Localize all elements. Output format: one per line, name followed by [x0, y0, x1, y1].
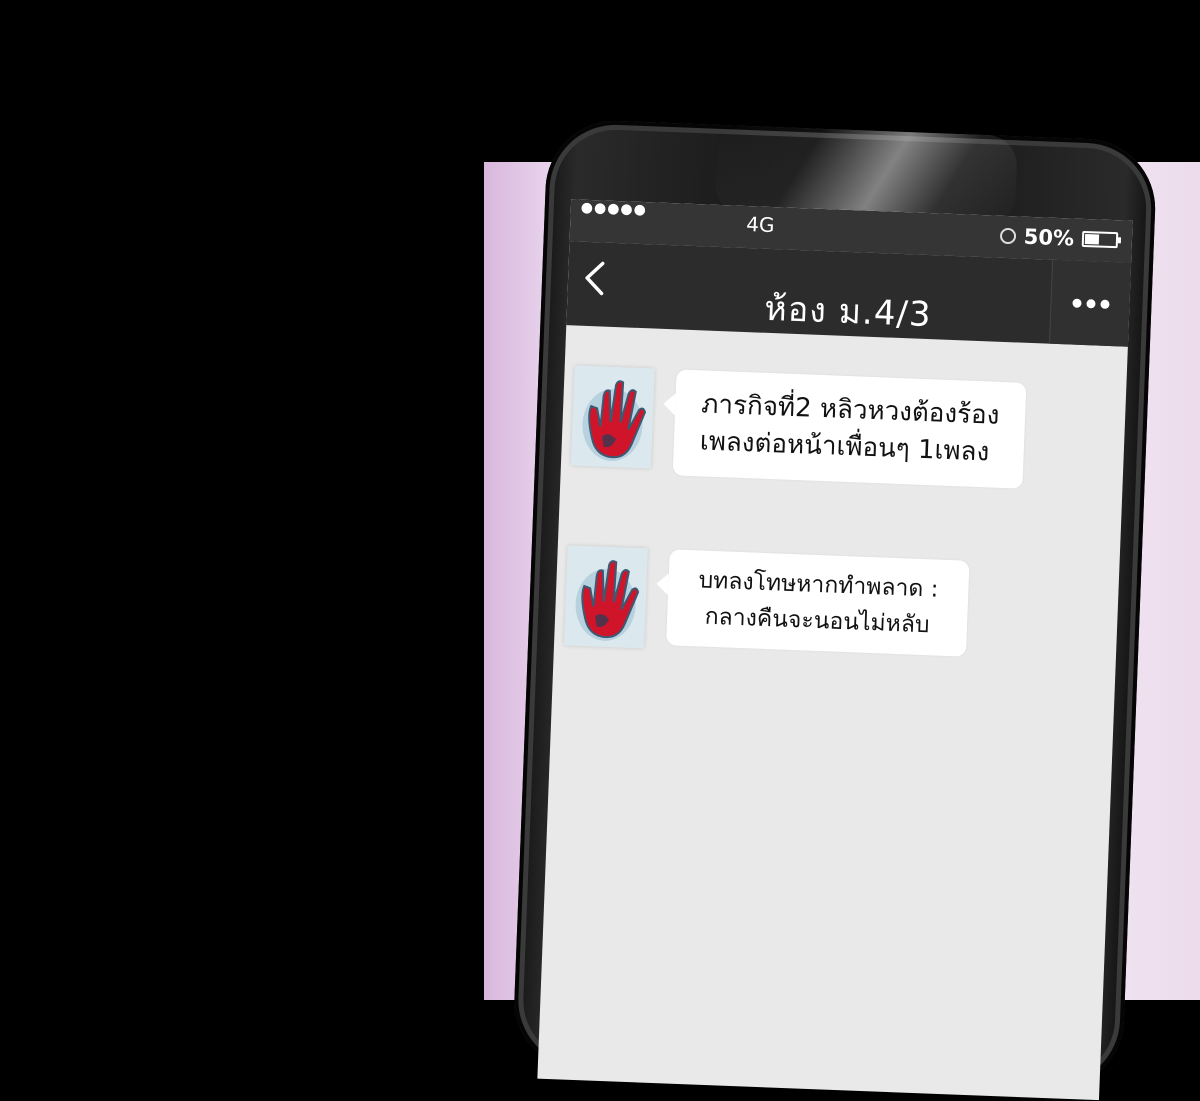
phone-device: ●●●●● 4G 50% ห้อง ม.4/3 ภารกิจที่2 หลิวห…	[511, 118, 1158, 1101]
red-hand-avatar[interactable]	[564, 545, 648, 649]
message-list: ภารกิจที่2 หลิวหวงต้องร้อง เพลงต่อหน้าเพ…	[537, 325, 1128, 1100]
red-hand-avatar[interactable]	[570, 365, 655, 469]
signal-dots: ●●●●●	[580, 199, 648, 219]
more-dots-icon[interactable]	[1048, 259, 1132, 347]
battery-percent: 50%	[1023, 224, 1075, 251]
red-hand-icon	[564, 545, 648, 649]
status-right: 50%	[999, 224, 1119, 253]
message-bubble[interactable]: บทลงโทษหากทำพลาด : กลางคืนจะนอนไม่หลับ	[666, 549, 970, 657]
message-bubble[interactable]: ภารกิจที่2 หลิวหวงต้องร้อง เพลงต่อหน้าเพ…	[672, 369, 1027, 489]
phone-screen: ●●●●● 4G 50% ห้อง ม.4/3 ภารกิจที่2 หลิวห…	[537, 199, 1133, 1101]
message-row: บทลงโทษหากทำพลาด : กลางคืนจะนอนไม่หลับ	[564, 545, 970, 660]
message-row: ภารกิจที่2 หลิวหวงต้องร้อง เพลงต่อหน้าเพ…	[570, 365, 1027, 489]
rotation-lock-icon	[999, 227, 1017, 245]
red-hand-icon	[570, 365, 655, 469]
network-type: 4G	[745, 211, 775, 238]
battery-icon	[1081, 230, 1119, 249]
